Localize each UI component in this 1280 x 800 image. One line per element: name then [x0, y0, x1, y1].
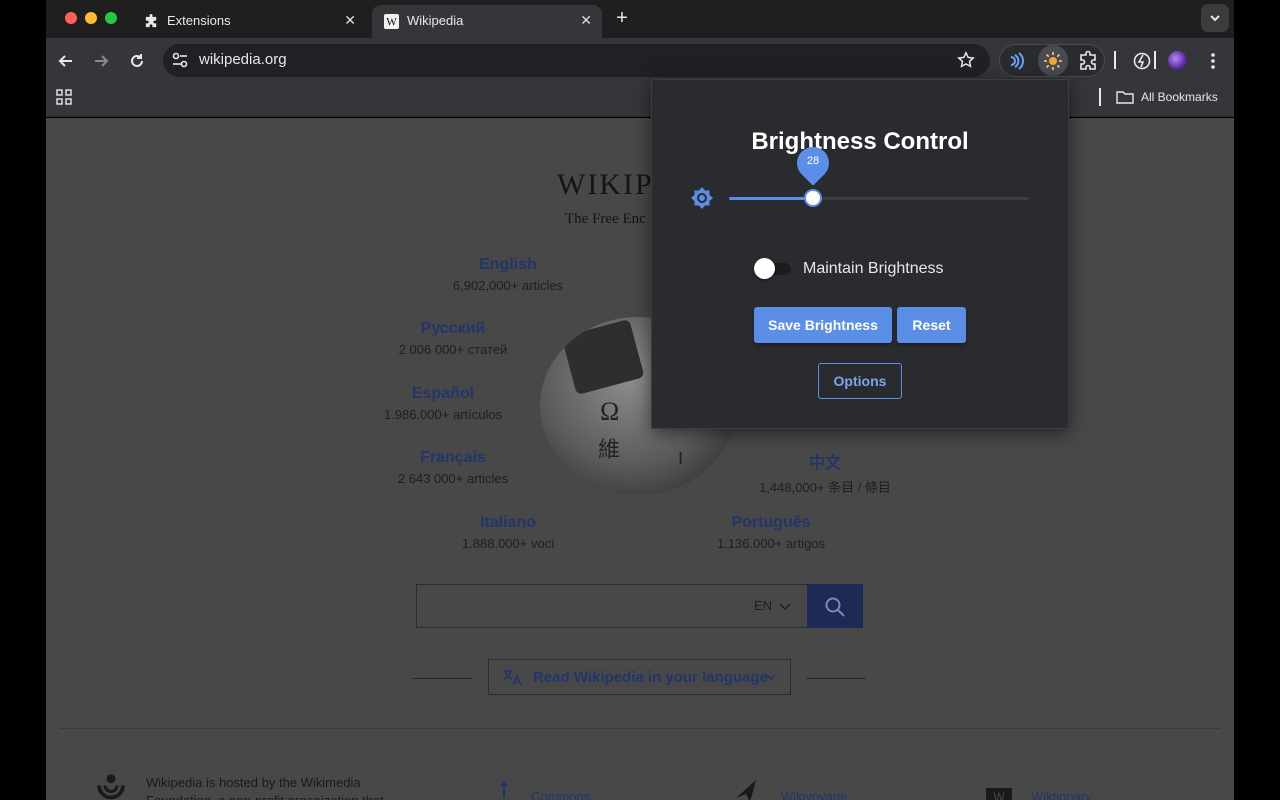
site-settings-icon[interactable]	[170, 50, 190, 70]
wikipedia-tagline: The Free Enc	[565, 211, 646, 228]
close-tab-icon[interactable]: ✕	[580, 12, 592, 29]
reload-icon	[129, 53, 145, 69]
footer-link-commons[interactable]: Commons	[531, 789, 590, 800]
window-close-button[interactable]	[65, 12, 77, 24]
tab-extensions[interactable]: Extensions ✕	[132, 5, 366, 38]
browser-window: Extensions ✕ W Wikipedia ✕ + wikipedia.o…	[0, 0, 1280, 800]
chevron-down-icon	[765, 672, 777, 682]
commons-icon	[492, 776, 522, 800]
search-icon	[824, 596, 846, 618]
window-minimize-button[interactable]	[85, 12, 97, 24]
wikipedia-w-icon: W	[384, 14, 399, 29]
svg-text:W: W	[386, 17, 397, 29]
footer-hosted-text: Wikipedia is hosted by the Wikimedia Fou…	[146, 774, 406, 800]
arrow-right-icon	[93, 53, 109, 69]
extensions-puzzle-icon[interactable]	[1078, 50, 1100, 72]
search-button[interactable]	[807, 584, 863, 628]
footer-link-wiktionary[interactable]: Wiktionary	[1031, 789, 1092, 800]
back-button[interactable]	[54, 50, 78, 72]
read-in-language-button[interactable]: Read Wikipedia in your language	[488, 659, 791, 695]
window-zoom-button[interactable]	[105, 12, 117, 24]
wiktionary-icon: W	[984, 776, 1014, 800]
language-link-portuguese[interactable]: Português 1.136.000+ artigos	[671, 514, 871, 551]
forward-button[interactable]	[89, 50, 113, 72]
folder-icon	[1116, 90, 1134, 104]
read-aloud-icon[interactable]	[1005, 50, 1027, 72]
translate-icon	[501, 667, 523, 687]
maintain-brightness-label: Maintain Brightness	[803, 260, 944, 278]
wikivoyage-icon	[734, 776, 764, 800]
svg-text:W: W	[993, 790, 1005, 800]
wikipedia-wordmark: WIKIP	[557, 168, 654, 202]
puzzle-icon	[144, 14, 159, 29]
all-bookmarks-label: All Bookmarks	[1141, 90, 1218, 104]
divider-line	[806, 678, 866, 679]
popup-title: Brightness Control	[651, 128, 1069, 156]
divider-line	[412, 678, 472, 679]
close-tab-icon[interactable]: ✕	[344, 12, 356, 29]
brightness-slider-fill	[729, 197, 813, 200]
address-bar[interactable]	[163, 44, 990, 77]
footer-link-wikivoyage[interactable]: Wikivoyage	[781, 789, 847, 800]
brightness-value-label: 28	[797, 155, 829, 167]
brightness-slider-thumb[interactable]	[804, 189, 822, 207]
tab-label: Wikipedia	[407, 13, 463, 28]
bookmarks-divider	[1099, 88, 1101, 106]
new-tab-button[interactable]: +	[612, 6, 632, 30]
toolbar-divider	[1154, 51, 1156, 69]
brightness-icon	[690, 186, 714, 210]
language-link-italian[interactable]: Italiano 1.888.000+ voci	[408, 514, 608, 551]
all-bookmarks-button[interactable]: All Bookmarks	[1116, 88, 1218, 106]
profile-avatar[interactable]	[1168, 51, 1187, 70]
footer-divider	[60, 728, 1220, 729]
options-button[interactable]: Options	[818, 363, 902, 399]
read-in-language-label: Read Wikipedia in your language	[533, 669, 768, 686]
apps-grid-icon[interactable]	[56, 89, 72, 105]
tab-wikipedia[interactable]: W Wikipedia ✕	[372, 5, 602, 38]
language-link-russian[interactable]: Русский 2 006 000+ статей	[353, 320, 553, 357]
reset-button[interactable]: Reset	[897, 307, 966, 343]
language-link-spanish[interactable]: Español 1.986.000+ artículos	[343, 385, 543, 422]
brightness-sun-icon[interactable]	[1042, 50, 1064, 72]
chevron-down-icon	[1209, 13, 1221, 23]
toolbar-divider	[1114, 51, 1116, 69]
language-link-french[interactable]: Français 2 643 000+ articles	[353, 449, 553, 486]
more-menu-icon[interactable]	[1206, 50, 1220, 72]
performance-leaf-icon[interactable]	[1131, 50, 1153, 72]
wikimedia-logo-icon	[96, 772, 126, 800]
save-brightness-button[interactable]: Save Brightness	[754, 307, 892, 343]
bookmark-star-icon[interactable]	[957, 51, 975, 69]
language-link-chinese[interactable]: 中文 1,448,000+ 条目 / 條目	[725, 449, 925, 496]
wikipedia-search-input[interactable]	[416, 584, 808, 628]
tab-label: Extensions	[167, 13, 231, 28]
language-link-english[interactable]: English 6,902,000+ articles	[408, 256, 608, 293]
url-text[interactable]: wikipedia.org	[199, 51, 287, 68]
tab-search-button[interactable]	[1201, 4, 1229, 32]
maintain-brightness-toggle-thumb[interactable]	[754, 258, 775, 279]
reload-button[interactable]	[125, 50, 149, 72]
search-language-select[interactable]: EN	[754, 598, 792, 613]
chevron-down-icon	[778, 601, 792, 611]
arrow-left-icon	[58, 53, 74, 69]
